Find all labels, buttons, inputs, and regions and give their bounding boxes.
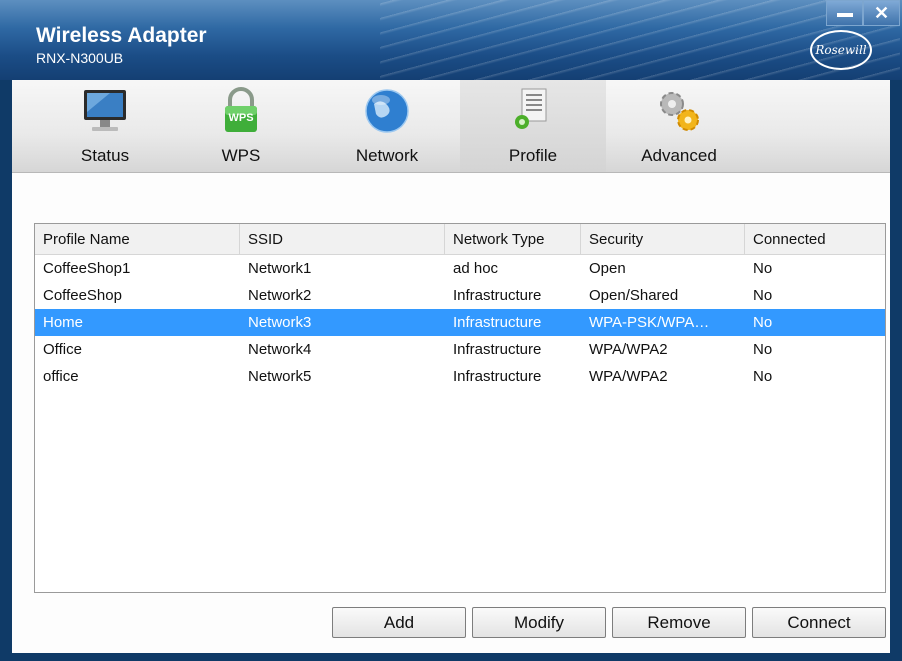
cell-profile-name: office: [43, 368, 79, 385]
table-row[interactable]: CoffeeShop Network2 Infrastructure Open/…: [35, 282, 885, 309]
cell-connected: No: [753, 287, 773, 304]
tab-bar: Status WPS WPS Network Profile Advanced: [12, 80, 890, 173]
cell-network-type: ad hoc: [453, 260, 499, 277]
tab-wps[interactable]: WPS WPS: [168, 80, 314, 172]
tab-status-label: Status: [80, 146, 130, 165]
profile-panel: Profile Name SSID Network Type Security …: [12, 173, 890, 653]
app-title: Wireless Adapter: [36, 24, 207, 47]
add-button[interactable]: Add: [332, 607, 466, 638]
column-header-network-type[interactable]: Network Type: [445, 224, 581, 254]
table-row[interactable]: CoffeeShop1 Network1 ad hoc Open No: [35, 255, 885, 282]
rosewill-logo: Rosewill: [810, 30, 872, 70]
cell-network-type: Infrastructure: [453, 287, 542, 304]
remove-button[interactable]: Remove: [612, 607, 746, 638]
column-header-profile-name[interactable]: Profile Name: [35, 224, 240, 254]
tab-profile[interactable]: Profile: [460, 80, 606, 172]
cell-security: WPA/WPA2: [589, 341, 668, 358]
window-controls: ✕: [826, 0, 900, 26]
tab-profile-label: Profile: [508, 146, 558, 165]
profile-list[interactable]: Profile Name SSID Network Type Security …: [34, 223, 886, 593]
tab-status[interactable]: Status: [32, 80, 178, 172]
column-header-ssid[interactable]: SSID: [240, 224, 445, 254]
table-row[interactable]: Office Network4 Infrastructure WPA/WPA2 …: [35, 336, 885, 363]
close-button[interactable]: ✕: [863, 0, 900, 26]
app-model: RNX-N300UB: [36, 50, 124, 66]
cell-ssid: Network3: [248, 314, 312, 331]
cell-security: Open: [589, 260, 626, 277]
monitor-icon: [84, 90, 126, 131]
tab-advanced[interactable]: Advanced: [606, 80, 752, 172]
modify-button[interactable]: Modify: [472, 607, 606, 638]
cell-connected: No: [753, 341, 773, 358]
profile-list-header: Profile Name SSID Network Type Security …: [35, 224, 885, 255]
table-row[interactable]: office Network5 Infrastructure WPA/WPA2 …: [35, 363, 885, 390]
document-gear-icon: [515, 88, 547, 129]
minimize-button[interactable]: [826, 0, 863, 26]
cell-profile-name: CoffeeShop1: [43, 260, 131, 277]
cell-profile-name: Home: [43, 314, 84, 331]
cell-network-type: Infrastructure: [453, 368, 542, 385]
cell-connected: No: [753, 314, 773, 331]
logo-text: Rosewill: [815, 43, 867, 57]
cell-network-type: Infrastructure: [453, 341, 542, 358]
tab-wps-label: WPS: [221, 146, 261, 165]
cell-profile-name: CoffeeShop: [43, 287, 122, 304]
app-window: Wireless Adapter RNX-N300UB Rosewill ✕ S…: [0, 0, 902, 661]
column-header-security[interactable]: Security: [581, 224, 745, 254]
cell-connected: No: [753, 260, 773, 277]
cell-network-type: Infrastructure: [453, 314, 542, 331]
cell-ssid: Network2: [248, 287, 312, 304]
column-header-connected[interactable]: Connected: [745, 224, 885, 254]
gears-icon: [660, 92, 699, 131]
cell-connected: No: [753, 368, 773, 385]
cell-ssid: Network1: [248, 260, 312, 277]
tab-network[interactable]: Network: [314, 80, 460, 172]
cell-ssid: Network5: [248, 368, 312, 385]
wps-lock-icon: [225, 87, 257, 132]
connect-button[interactable]: Connect: [752, 607, 886, 638]
table-row-selected[interactable]: Home Network3 Infrastructure WPA-PSK/WPA…: [35, 309, 885, 336]
tab-network-label: Network: [355, 146, 419, 165]
tab-advanced-label: Advanced: [641, 146, 717, 165]
title-bar[interactable]: Wireless Adapter RNX-N300UB Rosewill ✕: [0, 0, 902, 80]
globe-icon: [365, 89, 409, 133]
cell-security: WPA-PSK/WPA…: [589, 314, 710, 331]
cell-security: Open/Shared: [589, 287, 679, 304]
wps-badge: WPS: [228, 112, 254, 124]
cell-profile-name: Office: [43, 341, 82, 358]
cell-ssid: Network4: [248, 341, 312, 358]
cell-security: WPA/WPA2: [589, 368, 668, 385]
